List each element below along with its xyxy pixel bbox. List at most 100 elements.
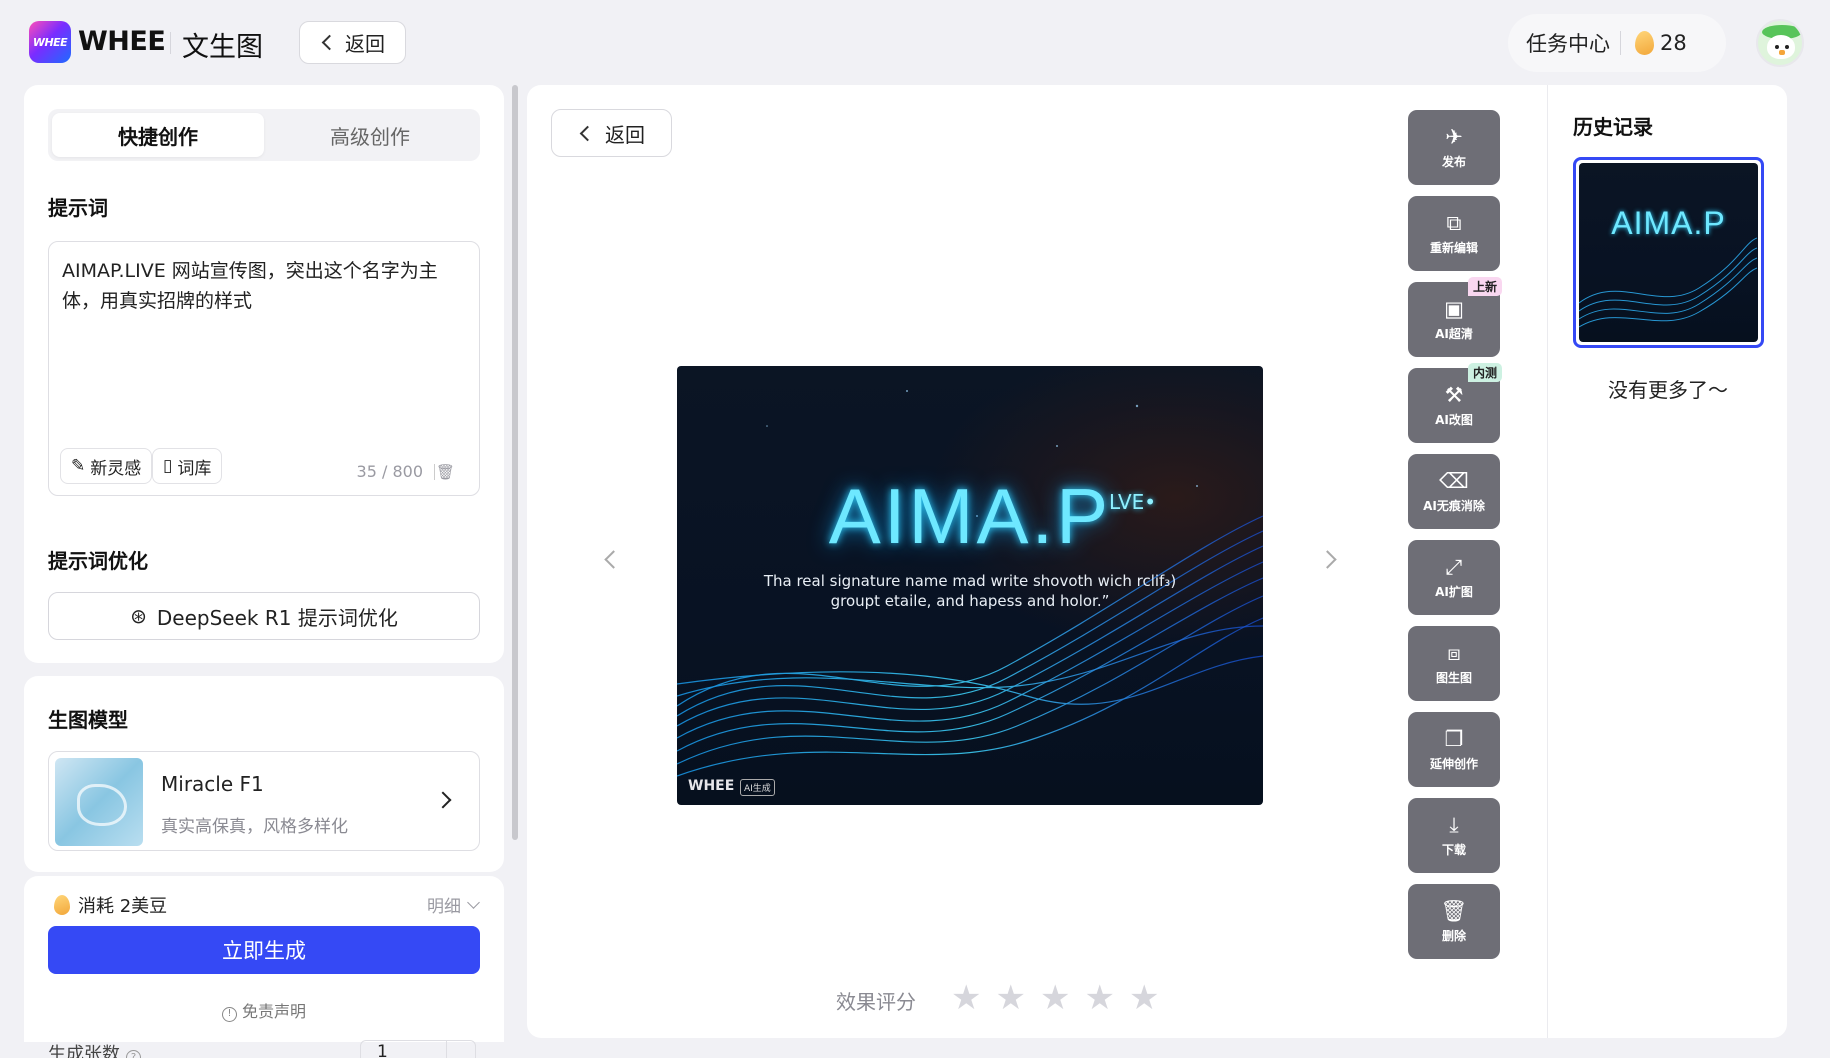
logo-text: WHEE <box>32 35 68 49</box>
model-card: 生图模型 Miracle F1 真实高保真，风格多样化 <box>24 676 504 872</box>
star-icon[interactable]: ★ <box>1129 981 1159 1015</box>
tab-quick-create[interactable]: 快捷创作 <box>52 113 264 157</box>
edit-image-icon: ⧉ <box>1446 210 1462 235</box>
task-center-pill[interactable]: 任务中心 28 <box>1508 14 1726 72</box>
re-edit-button[interactable]: ⧉ 重新编辑 <box>1408 196 1500 271</box>
no-more-label: 没有更多了～ <box>1608 378 1728 402</box>
detail-label: 明细 <box>427 897 461 917</box>
char-counter: 35 / 800 <box>356 462 423 481</box>
preview-back-button[interactable]: 返回 <box>551 109 672 157</box>
watermark-logo: WHEE <box>688 778 735 794</box>
next-image-icon[interactable] <box>1318 550 1337 569</box>
extend-icon: ❐ <box>1444 726 1464 751</box>
prev-image-icon[interactable] <box>604 550 623 569</box>
tool-label: 延伸创作 <box>1429 756 1478 771</box>
count-label: 生成张数? <box>48 1040 141 1058</box>
count-stepper[interactable] <box>446 1040 476 1058</box>
history-thumbnail[interactable]: AIMA.P <box>1573 157 1764 348</box>
model-thumbnail <box>55 758 143 846</box>
eraser-icon: ⌫ <box>1439 468 1469 493</box>
prompt-card: 快捷创作 高级创作 提示词 AIMAP.LIVE 网站宣传图，突出这个名字为主体… <box>24 85 504 663</box>
poster-tagline-line: groupt etaile, and hapess and holor.” <box>830 592 1110 610</box>
app-logo[interactable]: WHEE <box>29 21 71 63</box>
brand-name: WHEE <box>78 26 166 57</box>
avatar-eye <box>1785 45 1789 49</box>
history-panel: 历史记录 AIMA.P 没有更多了～ <box>1547 85 1787 1038</box>
generate-button[interactable]: 立即生成 <box>48 926 480 974</box>
star-icon[interactable]: ★ <box>995 981 1025 1015</box>
tool-label: 重新编辑 <box>1429 240 1478 255</box>
word-library-button[interactable]: ▯ 词库 <box>152 448 223 484</box>
tool-label: 图生图 <box>1435 670 1472 685</box>
preview-panel: 返回 AIMA.P LVE• Tha real signature name m… <box>527 85 1547 1038</box>
tool-label: AI扩图 <box>1435 584 1473 599</box>
ai-expand-button[interactable]: ⤢ AI扩图 <box>1408 540 1500 615</box>
trash-icon: 🗑 <box>1440 898 1468 923</box>
cost-detail-toggle[interactable]: 明细 <box>427 892 480 917</box>
divider <box>434 464 435 480</box>
beta-badge: 内测 <box>1467 363 1502 382</box>
poster-superscript: LVE• <box>1109 490 1157 514</box>
chevron-left-icon <box>321 34 338 51</box>
prompt-textarea[interactable]: AIMAP.LIVE 网站宣传图，突出这个名字为主体，用真实招牌的样式 ✎ 新灵… <box>48 241 480 496</box>
tab-advanced-create[interactable]: 高级创作 <box>264 113 476 157</box>
tool-label: AI改图 <box>1435 412 1473 427</box>
history-thumb-title: AIMA.P <box>1611 205 1726 241</box>
page-title: 文生图 <box>182 32 263 63</box>
download-button[interactable]: ⤓ 下载 <box>1408 798 1500 873</box>
model-selector[interactable]: Miracle F1 真实高保真，风格多样化 <box>48 751 480 851</box>
help-icon[interactable]: ? <box>126 1050 141 1058</box>
model-description: 真实高保真，风格多样化 <box>161 817 348 837</box>
publish-button[interactable]: ✈ 发布 <box>1408 110 1500 185</box>
extend-create-button[interactable]: ❐ 延伸创作 <box>1408 712 1500 787</box>
ai-erase-button[interactable]: ⌫ AI无痕消除 <box>1408 454 1500 529</box>
tool-label: AI无痕消除 <box>1423 498 1485 513</box>
bean-icon <box>54 895 70 915</box>
ai-modify-button[interactable]: 内测 ⚒ AI改图 <box>1408 363 1502 443</box>
tool-label: AI超清 <box>1435 326 1473 341</box>
disclaimer-link[interactable]: ! 免责声明 <box>24 998 504 1022</box>
bean-icon <box>1635 31 1654 55</box>
top-bar: WHEE WHEE 文生图 返回 任务中心 28 <box>0 0 1830 84</box>
poster-title: AIMA.P <box>828 472 1112 560</box>
poster-tagline-line: Tha real signature name mad write shovot… <box>763 572 1177 590</box>
hd-icon: ▣ <box>1444 296 1464 321</box>
sparkle-wand-icon: ✎ <box>71 456 86 476</box>
word-library-label: 词库 <box>177 458 212 479</box>
creation-tabs: 快捷创作 高级创作 <box>48 109 480 161</box>
cost-text: 消耗 2美豆 <box>78 896 168 917</box>
star-icon[interactable]: ★ <box>1084 981 1114 1015</box>
send-icon: ✈ <box>1445 124 1463 149</box>
task-center-label[interactable]: 任务中心 <box>1526 28 1610 58</box>
preview-back-label: 返回 <box>605 122 645 147</box>
ai-upscale-button[interactable]: 上新 ▣ AI超清 <box>1408 277 1502 357</box>
divider <box>1620 31 1621 55</box>
delete-button[interactable]: 🗑 删除 <box>1408 884 1500 959</box>
avatar[interactable] <box>1756 19 1804 67</box>
image-to-image-icon: ⧈ <box>1447 640 1461 665</box>
left-scrollbar[interactable] <box>512 85 518 840</box>
chevron-down-icon <box>467 895 480 909</box>
deepseek-icon: ⊛ <box>130 604 147 628</box>
history-thumbnail-image: AIMA.P <box>1579 163 1758 342</box>
thumb-wave-graphic <box>1579 237 1757 328</box>
clear-prompt-icon[interactable]: 🗑 <box>436 463 455 481</box>
back-button[interactable]: 返回 <box>299 21 406 64</box>
generated-image[interactable]: AIMA.P LVE• Tha real signature name mad … <box>677 366 1263 805</box>
image-to-image-button[interactable]: ⧈ 图生图 <box>1408 626 1500 701</box>
count-value[interactable]: 1 <box>377 1042 388 1058</box>
count-label-text: 生成张数 <box>48 1044 120 1058</box>
star-icon[interactable]: ★ <box>951 981 981 1015</box>
tool-label: 删除 <box>1441 928 1466 943</box>
cost-row: 消耗 2美豆 <box>54 892 167 918</box>
new-inspiration-button[interactable]: ✎ 新灵感 <box>60 448 153 484</box>
chevron-right-icon <box>434 791 452 809</box>
divider <box>170 32 171 54</box>
expand-icon: ⤢ <box>1445 554 1463 579</box>
optimize-title: 提示词优化 <box>48 549 148 573</box>
star-icon[interactable]: ★ <box>1040 981 1070 1015</box>
deepseek-optimize-button[interactable]: ⊛ DeepSeek R1 提示词优化 <box>48 592 480 640</box>
prompt-text[interactable]: AIMAP.LIVE 网站宣传图，突出这个名字为主体，用真实招牌的样式 <box>62 256 462 316</box>
model-title: 生图模型 <box>48 708 128 732</box>
book-icon: ▯ <box>163 456 173 476</box>
